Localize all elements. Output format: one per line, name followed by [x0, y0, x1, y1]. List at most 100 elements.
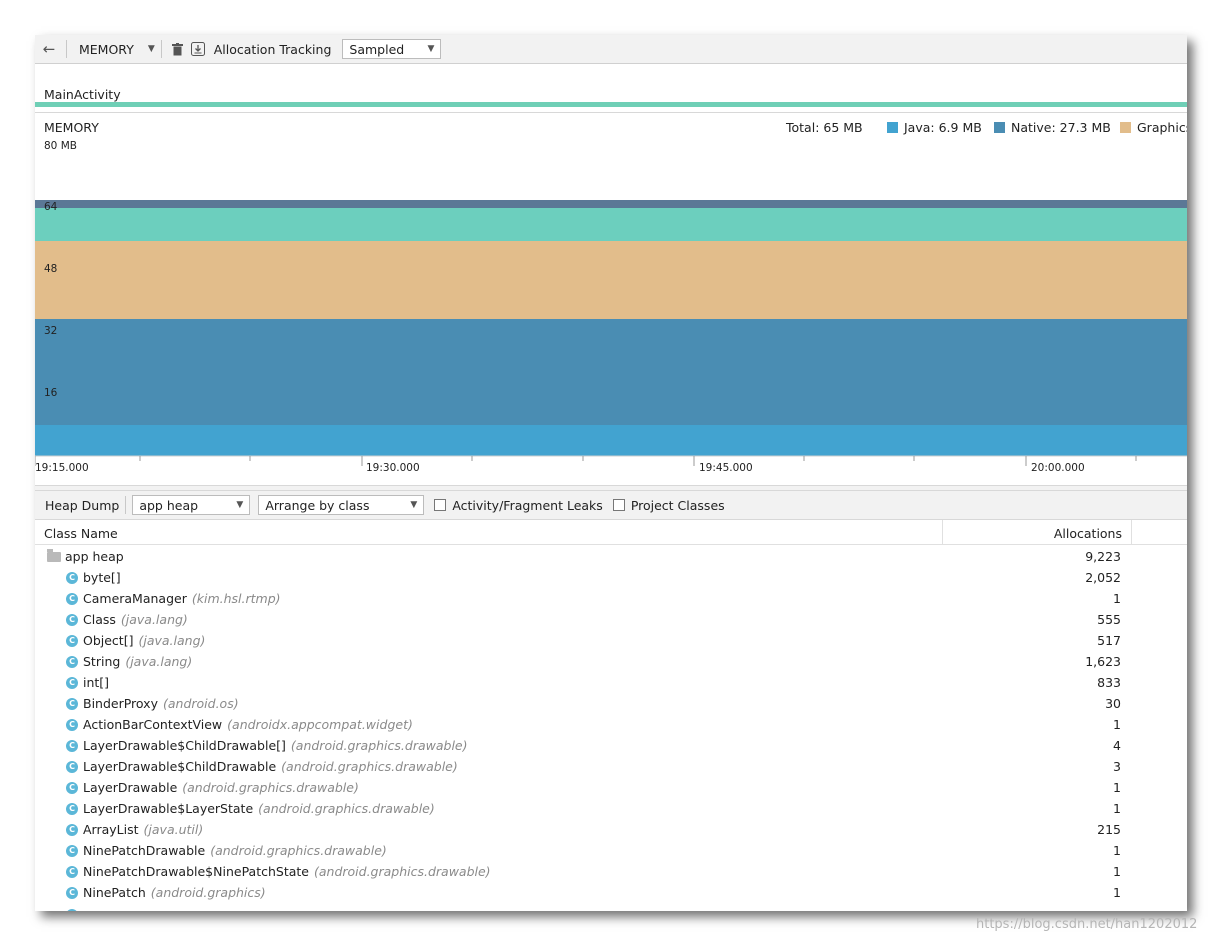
legend-graphics-label: Graphics	[1137, 120, 1187, 135]
heap-dump-toolbar: Heap Dump app heap ▼ Arrange by class ▼ …	[35, 491, 1187, 520]
row-class-name: String (java.lang)	[83, 654, 192, 669]
row-class-name: CameraManager (kim.hsl.rtmp)	[83, 591, 281, 606]
legend-graphics-swatch	[1120, 122, 1131, 133]
class-icon: C	[66, 635, 78, 647]
table-row[interactable]: C ActionBarContextView (androidx.appcompat…	[35, 714, 1187, 735]
row-class-label: ArrayList	[83, 822, 139, 837]
row-class-name: ArrayList (java.util)	[83, 822, 203, 837]
band-java	[35, 425, 1187, 456]
row-package: (kim.hsl.rtmp)	[191, 591, 281, 606]
legend-native-label: Native: 27.3 MB	[1011, 120, 1111, 135]
row-class-label: CameraManager	[83, 591, 187, 606]
class-icon: C	[66, 909, 78, 911]
table-row[interactable]: Cbyte[] 2,052	[35, 567, 1187, 588]
row-class-label: byte[]	[83, 570, 121, 585]
table-row[interactable]: C String (java.lang) 1,623	[35, 651, 1187, 672]
row-allocations: 1	[1113, 591, 1121, 606]
table-row[interactable]: C LayerDrawable (android.graphics.drawable…	[35, 777, 1187, 798]
class-icon: C	[66, 572, 78, 584]
row-class-label: Object[]	[83, 633, 134, 648]
table-row[interactable]: C Object[] (java.lang) 517	[35, 630, 1187, 651]
row-class-label: ActionBarContextView	[83, 717, 223, 732]
row-class-name: BinderProxy (android.os)	[83, 696, 239, 711]
watermark: https://blog.csdn.net/han1202012	[976, 917, 1198, 932]
class-icon: C	[66, 656, 78, 668]
column-separator[interactable]	[1131, 520, 1132, 545]
project-classes-checkbox[interactable]	[612, 499, 625, 511]
class-icon: C	[66, 803, 78, 815]
table-row[interactable]: Cint[] 833	[35, 672, 1187, 693]
row-package: (android.graphics.drawable)	[313, 864, 491, 879]
legend-total: Total: 65 MB	[786, 120, 863, 135]
leaks-checkbox[interactable]	[434, 499, 447, 511]
project-classes-filter[interactable]: Project Classes	[612, 498, 725, 513]
table-row[interactable]: C NinePatchDrawable$NinePatchState (androi…	[35, 861, 1187, 882]
table-header: Class Name Allocations	[35, 520, 1187, 545]
class-icon: C	[66, 761, 78, 773]
class-icon: C	[66, 719, 78, 731]
chevron-down-icon: ▼	[236, 500, 244, 510]
row-package: (java.lang)	[138, 633, 206, 648]
row-class-name: int[]	[83, 675, 114, 690]
row-class-name: app heap	[65, 549, 124, 564]
memory-chart[interactable]	[35, 35, 1187, 485]
chevron-down-icon: ▼	[410, 500, 418, 510]
table-row[interactable]: C LayerDrawable$ChildDrawable[] (android.g…	[35, 735, 1187, 756]
class-icon: C	[66, 824, 78, 836]
memory-title: MEMORY	[44, 120, 99, 135]
legend-graphics: Graphics	[1120, 120, 1187, 135]
row-class-name: Class (java.lang)	[83, 612, 188, 627]
row-class-label: LayerDrawable$ChildDrawable	[83, 759, 277, 774]
class-icon: C	[66, 866, 78, 878]
row-allocations: 1	[1113, 885, 1121, 900]
table-row[interactable]: C LayerDrawable$ChildDrawable (android.gra…	[35, 756, 1187, 777]
leaks-label: Activity/Fragment Leaks	[452, 497, 603, 513]
row-package: (java.util)	[143, 822, 204, 837]
row-class-name: LayerDrawable (android.graphics.drawable)	[83, 780, 359, 795]
table-row[interactable]: C NinePatch (android.graphics) 1	[35, 882, 1187, 903]
row-allocations: 30	[1105, 696, 1121, 711]
class-icon: C	[66, 845, 78, 857]
table-row[interactable]: C BinderProxy (android.os) 30	[35, 693, 1187, 714]
table-row[interactable]: C Class (java.lang) 555	[35, 609, 1187, 630]
row-class-label: NinePatchDrawable	[83, 843, 206, 858]
column-header-allocations[interactable]: Allocations	[1054, 526, 1122, 541]
leaks-filter[interactable]: Activity/Fragment Leaks	[434, 497, 603, 513]
row-package: (android.graphics.drawable)	[210, 843, 387, 858]
row-allocations: 1	[1113, 864, 1121, 879]
legend-native-swatch	[994, 122, 1005, 133]
row-allocations: 517	[1097, 633, 1121, 648]
row-allocations: 1	[1113, 801, 1121, 816]
column-header-class-name[interactable]: Class Name	[44, 526, 118, 541]
time-axis-ticks	[35, 456, 1137, 466]
toolbar-separator	[125, 496, 127, 514]
table-row-root[interactable]: app heap 9,223	[35, 546, 1187, 567]
table-row[interactable]: C LayerDrawable$LayerState (android.graphi…	[35, 798, 1187, 819]
class-icon: C	[66, 593, 78, 605]
table-row[interactable]: C CameraManager (kim.hsl.rtmp) 1	[35, 588, 1187, 609]
table-row-partial[interactable]: C	[35, 904, 1187, 911]
arrange-select[interactable]: Arrange by class ▼	[258, 495, 425, 515]
row-class-label: LayerDrawable$LayerState	[83, 801, 254, 816]
legend-java-swatch	[887, 122, 898, 133]
y-tick-label: 48	[44, 263, 58, 275]
row-class-name: NinePatch (android.graphics)	[83, 885, 266, 900]
heap-dump-label: Heap Dump	[45, 497, 120, 513]
time-label: 19:30.000	[366, 462, 420, 474]
table-row[interactable]: C ArrayList (java.util) 215	[35, 819, 1187, 840]
row-package: (android.graphics.drawable)	[258, 801, 435, 816]
row-class-name: ActionBarContextView (androidx.appcompat.…	[83, 717, 413, 732]
row-class-label: LayerDrawable$ChildDrawable[]	[83, 738, 286, 753]
row-package: (android.graphics.drawable)	[281, 759, 458, 774]
row-class-label: NinePatchDrawable$NinePatchState	[83, 864, 309, 879]
row-class-name: NinePatchDrawable$NinePatchState (android…	[83, 864, 491, 879]
table-row[interactable]: C NinePatchDrawable (android.graphics.draw…	[35, 840, 1187, 861]
time-label: 20:00.000	[1031, 462, 1085, 474]
column-separator[interactable]	[942, 520, 943, 545]
heap-select[interactable]: app heap ▼	[132, 495, 251, 515]
row-class-label: NinePatch	[83, 885, 146, 900]
row-package: (androidx.appcompat.widget)	[227, 717, 413, 732]
row-package: (android.os)	[162, 696, 239, 711]
class-icon: C	[66, 740, 78, 752]
class-icon: C	[66, 614, 78, 626]
